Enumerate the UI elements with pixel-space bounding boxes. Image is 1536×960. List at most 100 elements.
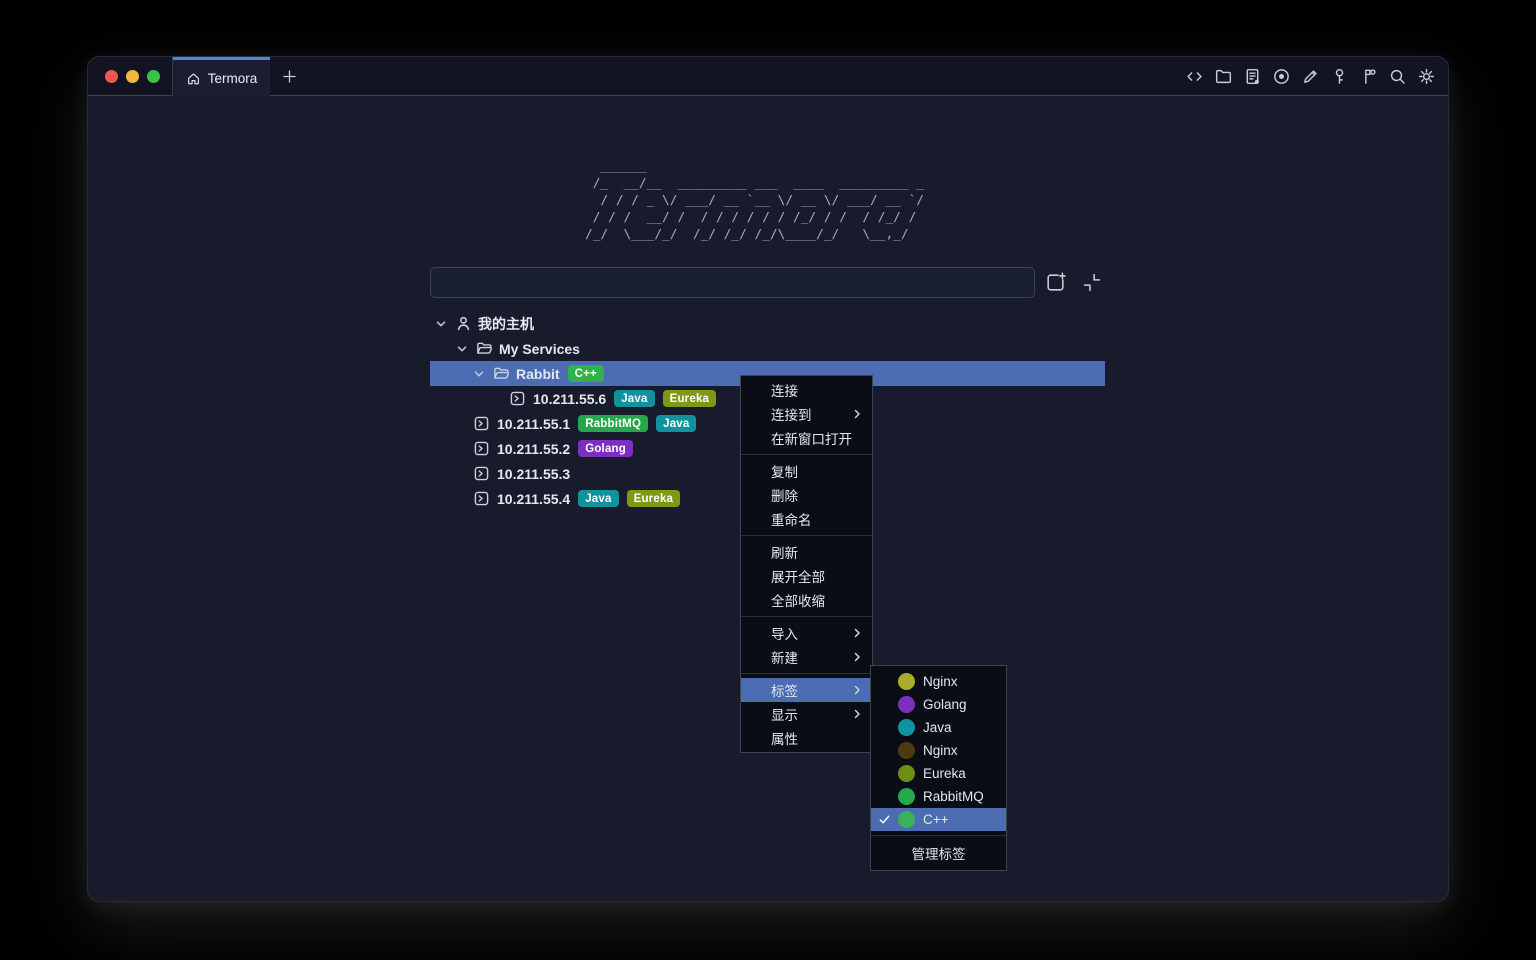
check-icon [878,813,891,826]
menu-item-label: 连接到 [771,404,812,424]
tag-item-eureka[interactable]: Eureka [871,762,1006,785]
tag-color-dot [898,696,915,713]
plus-icon [281,68,298,85]
toolbar [1185,57,1436,96]
tag-submenu: Nginx Golang Java Nginx Eureka RabbitMQ [870,665,1007,871]
close-window-button[interactable] [105,70,118,83]
tag-item-rabbitmq[interactable]: RabbitMQ [871,785,1006,808]
tag-item-nginx[interactable]: Nginx [871,670,1006,693]
submenu-arrow-icon [851,627,863,639]
menu-item-label: 导入 [771,623,798,643]
submenu-arrow-icon [851,684,863,696]
tag-item-golang[interactable]: Golang [871,693,1006,716]
tag-label: RabbitMQ [923,789,984,804]
tree-node-my-hosts[interactable]: 我的主机 [430,311,1105,336]
menu-item-rename[interactable]: 重命名 [741,507,872,531]
tag-color-dot [898,673,915,690]
home-icon [186,71,201,86]
code-icon[interactable] [1185,67,1204,86]
menu-item-refresh[interactable]: 刷新 [741,540,872,564]
tag-badge: Java [614,390,654,407]
menu-item-label: 显示 [771,704,798,724]
tag-color-dot [898,765,915,782]
submenu-arrow-icon [851,651,863,663]
tree-node-label: 10.211.55.4 [497,491,570,507]
tag-label: Golang [923,697,967,712]
search-actions [1044,271,1103,294]
tree-node-label: 我的主机 [478,314,534,334]
tag-label: Eureka [923,766,966,781]
search-input[interactable] [430,267,1035,298]
tag-color-dot [898,811,915,828]
menu-item-collapse-all[interactable]: 全部收缩 [741,588,872,612]
menu-separator [741,616,872,617]
new-tab-button[interactable] [272,57,306,96]
tag-badge: Java [578,490,618,507]
edit-icon[interactable] [1301,67,1320,86]
menu-item-copy[interactable]: 复制 [741,459,872,483]
key-icon[interactable] [1330,67,1349,86]
menu-item-import[interactable]: 导入 [741,621,872,645]
tag-label: Java [923,720,952,735]
tag-badge: Eureka [663,390,717,407]
tag-item-cpp[interactable]: C++ [871,808,1006,831]
menu-item-connect-to[interactable]: 连接到 [741,402,872,426]
tree-node-label: 10.211.55.6 [533,391,606,407]
chevron-down-icon[interactable] [435,318,447,330]
menu-separator [741,535,872,536]
menu-item-connect[interactable]: 连接 [741,378,872,402]
menu-item-new[interactable]: 新建 [741,645,872,669]
ascii-logo: ______ /_ __/__ _________ ___ ____ _____… [585,158,924,243]
tag-badge: Golang [578,440,633,457]
manage-tags-item[interactable]: 管理标签 [871,840,1006,866]
settings-icon[interactable] [1417,67,1436,86]
tag-badge: Java [656,415,696,432]
terminal-icon [474,466,489,481]
terminal-icon [510,391,525,406]
chevron-down-icon[interactable] [473,368,485,380]
document-icon[interactable] [1243,67,1262,86]
tag-label: Nginx [923,743,958,758]
check-slot [878,813,898,826]
tree-node-label: Rabbit [516,366,560,382]
tag-badge: RabbitMQ [578,415,648,432]
search-icon[interactable] [1388,67,1407,86]
tag-color-dot [898,742,915,759]
tag-item-nginx-2[interactable]: Nginx [871,739,1006,762]
keychain-icon[interactable] [1359,67,1378,86]
menu-item-properties[interactable]: 属性 [741,726,872,750]
menu-item-tags[interactable]: 标签 [741,678,872,702]
menu-separator [741,673,872,674]
terminal-icon [474,441,489,456]
tag-item-java[interactable]: Java [871,716,1006,739]
tag-color-dot [898,788,915,805]
minimize-window-button[interactable] [126,70,139,83]
tree-node-label: My Services [499,341,580,357]
add-host-icon[interactable] [1044,271,1067,294]
tree-node-my-services[interactable]: My Services [430,336,1105,361]
tab-termora[interactable]: Termora [173,57,270,96]
tag-label: C++ [923,812,949,827]
submenu-arrow-icon [851,708,863,720]
tag-badge: C++ [568,365,604,382]
tag-color-dot [898,719,915,736]
submenu-arrow-icon [851,408,863,420]
traffic-lights [88,57,173,96]
zoom-window-button[interactable] [147,70,160,83]
menu-item-show[interactable]: 显示 [741,702,872,726]
menu-separator [871,835,1006,836]
record-icon[interactable] [1272,67,1291,86]
chevron-down-icon[interactable] [456,343,468,355]
tab-label: Termora [208,71,258,86]
menu-item-delete[interactable]: 删除 [741,483,872,507]
menu-item-expand-all[interactable]: 展开全部 [741,564,872,588]
folder-icon[interactable] [1214,67,1233,86]
user-icon [455,315,472,332]
collapse-all-icon[interactable] [1080,271,1103,294]
tab-bar: Termora [88,57,1448,96]
context-menu: 连接 连接到 在新窗口打开 复制 删除 重命名 刷新 展开全部 全部收缩 导入 … [740,375,873,753]
terminal-icon [474,491,489,506]
menu-item-label: 标签 [771,680,798,700]
menu-item-open-in-new-window[interactable]: 在新窗口打开 [741,426,872,450]
app-window: Termora ______ /_ __/__ _________ ___ __… [88,57,1448,901]
